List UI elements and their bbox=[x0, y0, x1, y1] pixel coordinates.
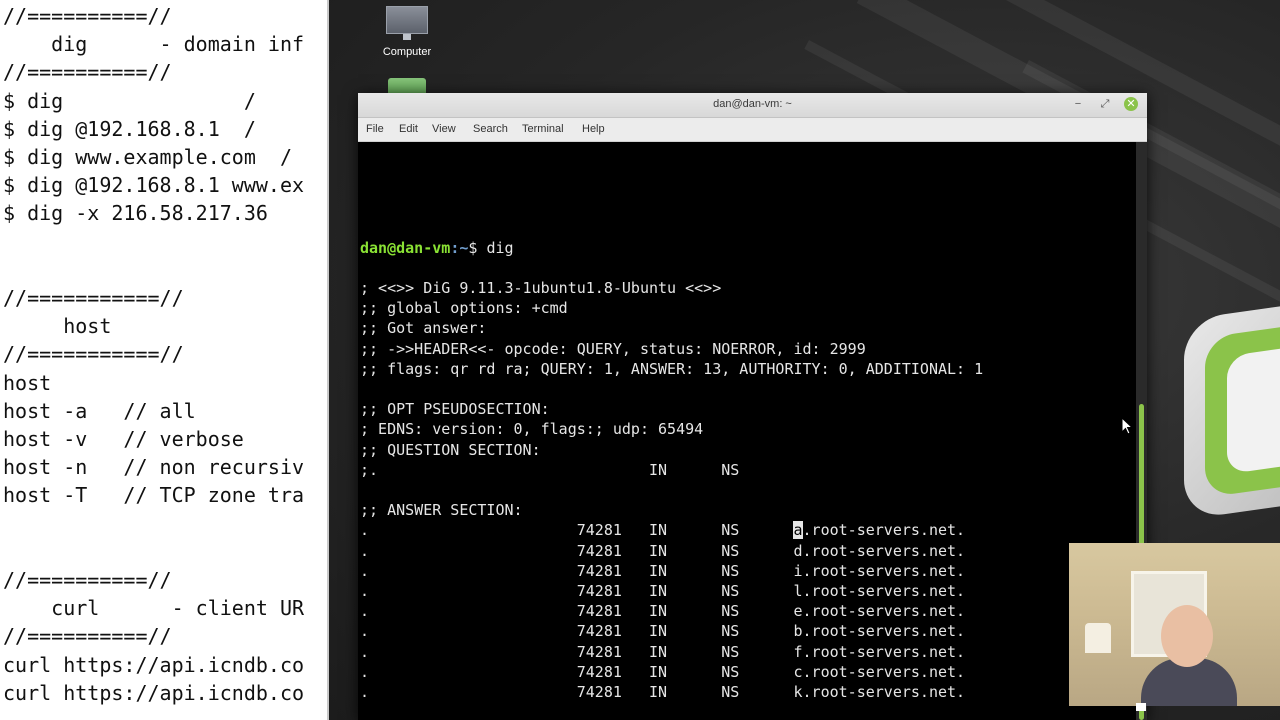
terminal-screen[interactable]: dan@dan-vm:~$ dig ; <<>> DiG 9.11.3-1ubu… bbox=[358, 142, 1136, 720]
note-line: $ dig www.example.com / bbox=[3, 145, 292, 169]
menu-terminal[interactable]: Terminal bbox=[522, 123, 564, 135]
menu-view[interactable]: View bbox=[432, 123, 456, 135]
menu-search[interactable]: Search bbox=[473, 123, 508, 135]
answer-fields: . 74281 IN NS bbox=[360, 561, 794, 580]
desktop-icon-label: Computer bbox=[382, 46, 432, 58]
answer-server-letter: d bbox=[793, 541, 803, 560]
mint-logo-white bbox=[1227, 343, 1280, 475]
answer-server-domain: .root-servers.net. bbox=[802, 662, 966, 681]
answer-server-letter: f bbox=[793, 642, 803, 661]
answer-server-domain: .root-servers.net. bbox=[802, 683, 966, 701]
webcam-lamp bbox=[1085, 623, 1111, 653]
mouse-pointer-icon bbox=[1121, 417, 1133, 435]
prompt-path: :~ bbox=[450, 239, 469, 257]
answer-fields: . 74281 IN NS bbox=[360, 521, 794, 540]
note-line: //==========// bbox=[3, 60, 172, 85]
webcam-overlay bbox=[1069, 543, 1280, 706]
output-line: ;; Got answer: bbox=[360, 319, 487, 338]
note-line: host -n // non recursiv bbox=[3, 455, 305, 480]
minimize-button[interactable]: − bbox=[1071, 97, 1085, 111]
answer-server-letter: l bbox=[793, 582, 803, 600]
note-line: host bbox=[3, 370, 52, 395]
answer-server-letter: e bbox=[793, 602, 803, 621]
answer-fields: . 74281 IN NS bbox=[360, 642, 794, 661]
answer-row: . 74281 IN NS k.root-servers.net. bbox=[360, 682, 965, 702]
answer-fields: . 74281 IN NS bbox=[360, 602, 794, 621]
menu-help[interactable]: Help bbox=[582, 123, 605, 135]
maximize-button[interactable]: ⤢ bbox=[1098, 97, 1112, 111]
output-line: ;; ANSWER SECTION: bbox=[360, 501, 523, 520]
webcam-marker bbox=[1136, 703, 1146, 711]
menu-bar: File Edit View Search Terminal Help bbox=[358, 118, 1147, 142]
menu-edit[interactable]: Edit bbox=[399, 123, 418, 135]
note-line: host -a // all bbox=[3, 398, 196, 423]
note-line: $ dig @192.168.8.1 / bbox=[3, 116, 256, 141]
window-title: dan@dan-vm: ~ bbox=[713, 98, 792, 110]
answer-server-letter: k bbox=[793, 683, 803, 701]
answer-fields: . 74281 IN NS bbox=[360, 662, 794, 681]
note-line: //===========// bbox=[3, 286, 184, 310]
note-line: //==========// bbox=[3, 568, 172, 592]
prompt-symbol: $ bbox=[468, 239, 487, 257]
computer-icon bbox=[386, 6, 428, 40]
answer-row: . 74281 IN NS e.root-servers.net. bbox=[360, 601, 965, 621]
note-line: curl https://api.icndb.co bbox=[3, 680, 305, 705]
output-line: ;; ->>HEADER<<- opcode: QUERY, status: N… bbox=[360, 339, 866, 358]
answer-server-domain: .root-servers.net. bbox=[802, 561, 966, 580]
note-line: host -T // TCP zone tra bbox=[3, 483, 305, 508]
answer-server-domain: .root-servers.net. bbox=[802, 521, 966, 540]
output-line: ; <<>> DiG 9.11.3-1ubuntu1.8-Ubuntu <<>> bbox=[360, 279, 722, 297]
notes-editor[interactable]: //==========// dig - domain inf //=======… bbox=[0, 0, 329, 720]
answer-row: . 74281 IN NS c.root-servers.net. bbox=[360, 662, 965, 682]
answer-server-domain: .root-servers.net. bbox=[802, 541, 966, 560]
answer-row: . 74281 IN NS d.root-servers.net. bbox=[360, 541, 965, 561]
answer-server-domain: .root-servers.net. bbox=[802, 602, 966, 621]
answer-server-letter: a bbox=[793, 521, 803, 540]
answer-row: . 74281 IN NS a.root-servers.net. bbox=[360, 520, 965, 540]
prompt-line: dan@dan-vm:~$ dig bbox=[360, 238, 514, 258]
answer-server-letter: c bbox=[793, 662, 803, 681]
title-bar[interactable]: dan@dan-vm: ~ − ⤢ ✕ bbox=[358, 93, 1147, 118]
answer-row: . 74281 IN NS b.root-servers.net. bbox=[360, 621, 965, 641]
close-button[interactable]: ✕ bbox=[1124, 97, 1138, 111]
answer-fields: . 74281 IN NS bbox=[360, 622, 794, 641]
output-line: ;; global options: +cmd bbox=[360, 299, 568, 318]
note-line: //===========// bbox=[3, 342, 184, 367]
answer-fields: . 74281 IN NS bbox=[360, 683, 794, 701]
answer-row: . 74281 IN NS i.root-servers.net. bbox=[360, 561, 965, 581]
output-line: ;; flags: qr rd ra; QUERY: 1, ANSWER: 13… bbox=[360, 359, 984, 378]
prompt-command: dig bbox=[486, 239, 514, 257]
output-line: ; EDNS: version: 0, flags:; udp: 65494 bbox=[360, 420, 704, 439]
answer-fields: . 74281 IN NS bbox=[360, 541, 794, 560]
note-line: host -v // verbose bbox=[3, 427, 244, 451]
answer-row: . 74281 IN NS l.root-servers.net. bbox=[360, 581, 965, 601]
terminal-window[interactable]: dan@dan-vm: ~ − ⤢ ✕ File Edit View Searc… bbox=[358, 93, 1147, 720]
answer-server-domain: .root-servers.net. bbox=[802, 622, 966, 641]
note-line: $ dig -x 216.58.217.36 bbox=[3, 201, 268, 226]
answer-server-letter: b bbox=[793, 622, 803, 641]
note-line: $ dig / bbox=[3, 88, 256, 113]
note-line: host bbox=[3, 314, 112, 339]
note-line: dig - domain inf bbox=[3, 32, 305, 57]
note-line: $ dig @192.168.8.1 www.ex bbox=[3, 173, 305, 198]
answer-server-domain: .root-servers.net. bbox=[802, 642, 966, 661]
webcam-person-head bbox=[1161, 605, 1213, 667]
answer-server-domain: .root-servers.net. bbox=[802, 582, 966, 600]
answer-fields: . 74281 IN NS bbox=[360, 582, 794, 600]
prompt-user: dan@dan-vm bbox=[360, 239, 451, 257]
menu-file[interactable]: File bbox=[366, 123, 384, 135]
note-line: curl - client UR bbox=[3, 596, 305, 621]
note-line: //==========// bbox=[3, 624, 172, 649]
desktop-icon-computer[interactable]: Computer bbox=[377, 6, 437, 58]
answer-server-letter: i bbox=[793, 561, 803, 580]
output-line: ;. IN NS bbox=[360, 460, 740, 479]
answer-row: . 74281 IN NS f.root-servers.net. bbox=[360, 642, 965, 662]
note-line: curl https://api.icndb.co bbox=[3, 652, 305, 677]
output-line: ;; QUESTION SECTION: bbox=[360, 440, 541, 459]
output-line: ;; OPT PSEUDOSECTION: bbox=[360, 400, 550, 419]
note-line: //==========// bbox=[3, 4, 172, 28]
